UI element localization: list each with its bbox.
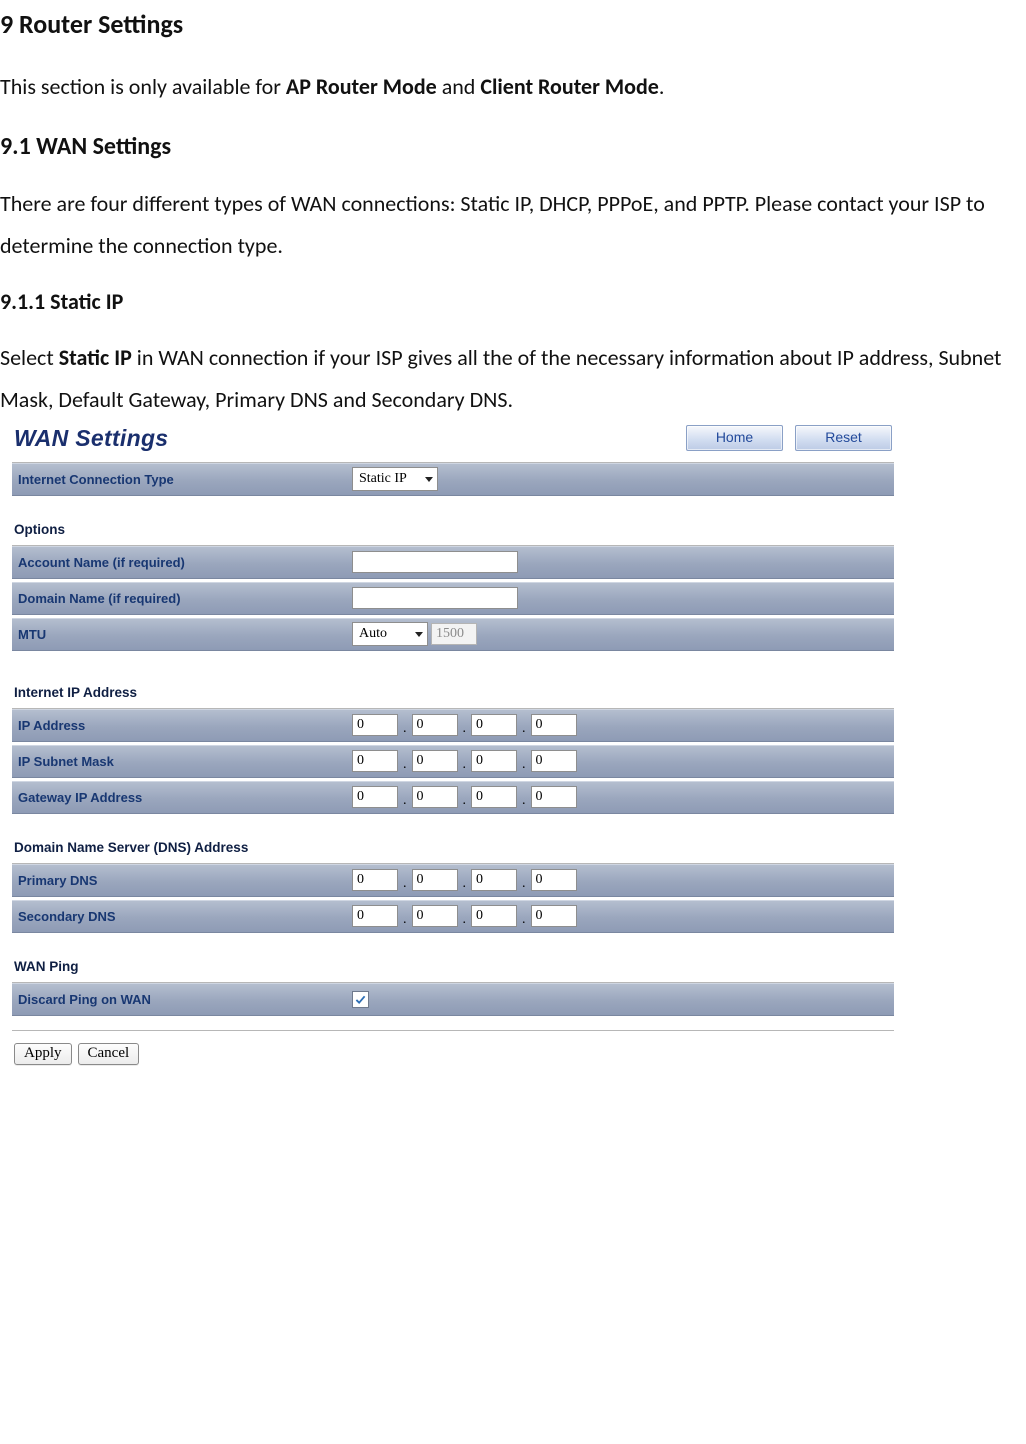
mask-octet-input[interactable] — [412, 750, 458, 772]
dot: . — [520, 876, 528, 892]
divider — [12, 1030, 894, 1031]
text-bold: Client Router Mode — [480, 73, 659, 100]
row-mtu: MTU Auto — [12, 618, 894, 651]
dot: . — [461, 912, 469, 928]
select-value: Auto — [359, 626, 387, 642]
chevron-down-icon — [425, 477, 433, 482]
dot: . — [520, 757, 528, 773]
panel-title: WAN Settings — [14, 425, 168, 452]
dot: . — [520, 912, 528, 928]
sdns-octet-input[interactable] — [412, 905, 458, 927]
row-primary-dns: Primary DNS . . . — [12, 864, 894, 897]
apply-button[interactable]: Apply — [14, 1043, 72, 1065]
label-discard-ping: Discard Ping on WAN — [18, 992, 352, 1007]
label-domain-name: Domain Name (if required) — [18, 591, 352, 606]
label-mtu: MTU — [18, 627, 352, 642]
label-subnet-mask: IP Subnet Mask — [18, 754, 352, 769]
sdns-octet-input[interactable] — [531, 905, 577, 927]
wan-settings-screenshot: WAN Settings Home Reset Internet Connect… — [12, 423, 894, 1065]
dot: . — [401, 793, 409, 809]
text: . — [659, 73, 665, 100]
text-bold: AP Router Mode — [286, 73, 437, 100]
dot: . — [401, 757, 409, 773]
sdns-octet-input[interactable] — [352, 905, 398, 927]
text: in WAN connection if your ISP gives all … — [0, 344, 1001, 413]
section-options: Options — [14, 522, 894, 537]
row-subnet-mask: IP Subnet Mask . . . — [12, 745, 894, 778]
label-primary-dns: Primary DNS — [18, 873, 352, 888]
home-button[interactable]: Home — [686, 425, 783, 451]
gateway-octet-input[interactable] — [471, 786, 517, 808]
dot: . — [401, 721, 409, 737]
heading-2: 9.1 WAN Settings — [0, 132, 1026, 161]
label-ip-address: IP Address — [18, 718, 352, 733]
domain-name-input[interactable] — [352, 587, 518, 609]
row-gateway: Gateway IP Address . . . — [12, 781, 894, 814]
pdns-octet-input[interactable] — [471, 869, 517, 891]
pdns-octet-input[interactable] — [412, 869, 458, 891]
row-ip-address: IP Address . . . — [12, 709, 894, 742]
ip-octet-input[interactable] — [352, 714, 398, 736]
static-ip-paragraph: Select Static IP in WAN connection if yo… — [0, 337, 1026, 421]
row-discard-ping: Discard Ping on WAN — [12, 983, 894, 1016]
dot: . — [520, 793, 528, 809]
account-name-input[interactable] — [352, 551, 518, 573]
section-internet-ip: Internet IP Address — [14, 685, 894, 700]
pdns-octet-input[interactable] — [352, 869, 398, 891]
label-secondary-dns: Secondary DNS — [18, 909, 352, 924]
dot: . — [461, 721, 469, 737]
dot: . — [461, 793, 469, 809]
intro-paragraph: This section is only available for AP Ro… — [0, 66, 1026, 108]
gateway-octet-input[interactable] — [531, 786, 577, 808]
cancel-button[interactable]: Cancel — [78, 1043, 140, 1065]
label-gateway: Gateway IP Address — [18, 790, 352, 805]
mask-octet-input[interactable] — [352, 750, 398, 772]
dot: . — [401, 912, 409, 928]
heading-3: 9.1.1 Static IP — [0, 288, 1026, 315]
wan-paragraph: There are four different types of WAN co… — [0, 183, 1026, 267]
label-connection-type: Internet Connection Type — [18, 472, 352, 487]
select-value: Static IP — [359, 471, 407, 487]
section-dns: Domain Name Server (DNS) Address — [14, 840, 894, 855]
dot: . — [401, 876, 409, 892]
ip-octet-input[interactable] — [471, 714, 517, 736]
pdns-octet-input[interactable] — [531, 869, 577, 891]
mtu-mode-select[interactable]: Auto — [352, 622, 428, 646]
heading-1: 9 Router Settings — [0, 8, 1026, 40]
reset-button[interactable]: Reset — [795, 425, 892, 451]
ip-octet-input[interactable] — [412, 714, 458, 736]
row-connection-type: Internet Connection Type Static IP — [12, 463, 894, 496]
text: and — [437, 73, 481, 100]
connection-type-select[interactable]: Static IP — [352, 467, 438, 491]
dot: . — [461, 876, 469, 892]
mtu-value-input[interactable] — [431, 623, 477, 645]
row-account-name: Account Name (if required) — [12, 546, 894, 579]
check-icon — [355, 994, 366, 1005]
label-account-name: Account Name (if required) — [18, 555, 352, 570]
dot: . — [520, 721, 528, 737]
gateway-octet-input[interactable] — [412, 786, 458, 808]
chevron-down-icon — [415, 632, 423, 637]
gateway-octet-input[interactable] — [352, 786, 398, 808]
text: Select — [0, 344, 59, 371]
text: This section is only available for — [0, 73, 286, 100]
discard-ping-checkbox[interactable] — [352, 991, 369, 1008]
row-secondary-dns: Secondary DNS . . . — [12, 900, 894, 933]
dot: . — [461, 757, 469, 773]
row-domain-name: Domain Name (if required) — [12, 582, 894, 615]
mask-octet-input[interactable] — [471, 750, 517, 772]
text-bold: Static IP — [59, 344, 132, 371]
mask-octet-input[interactable] — [531, 750, 577, 772]
section-wan-ping: WAN Ping — [14, 959, 894, 974]
sdns-octet-input[interactable] — [471, 905, 517, 927]
ip-octet-input[interactable] — [531, 714, 577, 736]
